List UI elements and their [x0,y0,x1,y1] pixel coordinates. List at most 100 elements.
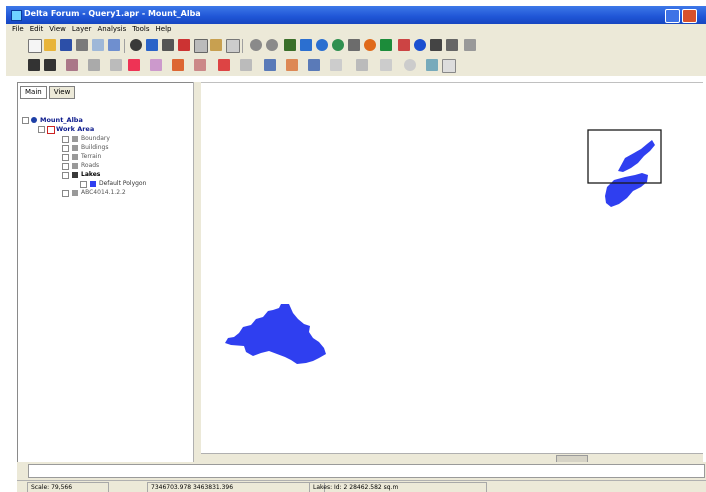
layer-group-icon [47,126,55,134]
menu-help[interactable]: Help [156,25,172,33]
layer-visibility-checkbox[interactable] [62,145,69,152]
polygon-swatch-icon [90,181,96,187]
draw-line-icon[interactable] [356,59,368,71]
outline-icon[interactable] [240,59,252,71]
print-icon[interactable] [76,39,88,51]
zoom-out-icon[interactable] [316,39,328,51]
lake-polygon[interactable] [618,140,655,172]
copy-map-icon[interactable] [162,39,174,51]
legend-item-node[interactable]: Default Polygon [80,180,190,189]
menu-analysis[interactable]: Analysis [97,25,126,33]
properties-icon[interactable] [108,39,120,51]
font-size-icon[interactable] [330,59,342,71]
layer-icon [72,172,78,178]
command-input[interactable] [28,464,705,478]
status-bar: Scale: 79,566 7346703.978 3463831.396 La… [17,480,706,492]
legend-item-label: Default Polygon [99,180,147,187]
full-extent-icon[interactable] [332,39,344,51]
font-color-icon[interactable] [308,59,320,71]
tree-root-node[interactable]: Mount_Alba [22,116,182,125]
menu-bar: File Edit View Layer Analysis Tools Help [6,24,706,36]
layout-icon[interactable] [426,59,438,71]
undo-icon[interactable] [250,39,262,51]
tree-group-node[interactable]: Work Area [38,125,188,134]
fill-style-icon[interactable] [172,59,184,71]
toolbar-options-icon[interactable] [464,39,476,51]
graph-icon[interactable] [446,39,458,51]
close-button[interactable] [682,9,697,23]
tree-layer-node-selected[interactable]: Lakes [62,171,182,180]
pan-icon[interactable] [130,39,142,51]
tab-main[interactable]: Main [20,86,47,99]
map-canvas[interactable] [201,82,703,463]
collapse-icon[interactable] [22,117,29,124]
sketch-icon[interactable] [66,59,78,71]
tree-layer-node[interactable]: Buildings [62,144,182,153]
table-icon[interactable] [430,39,442,51]
layer-icon [72,145,78,151]
measure-icon[interactable] [398,39,410,51]
window-title: Delta Forum - Query1.apr - Mount_Alba [24,9,201,18]
previous-extent-icon[interactable] [348,39,360,51]
find-icon[interactable] [380,39,392,51]
export-icon[interactable] [442,59,456,73]
layer-label: Roads [81,162,100,169]
menu-view[interactable]: View [49,25,66,33]
menu-file[interactable]: File [12,25,24,33]
marker-style-icon[interactable] [194,59,206,71]
cut-icon[interactable] [178,39,190,51]
text-tool-icon[interactable] [88,59,100,71]
new-file-icon[interactable] [28,39,42,53]
map-drawing[interactable] [201,83,703,454]
fill-color-icon[interactable] [264,59,276,71]
open-folder-icon[interactable] [44,39,56,51]
collapse-icon[interactable] [38,126,45,133]
pointer-icon[interactable] [44,59,56,71]
layer-visibility-checkbox[interactable] [62,136,69,143]
status-coordinates: 7346703.978 3463831.396 [147,482,325,492]
paste-icon[interactable] [210,39,222,51]
standard-toolbar [6,36,706,56]
info-icon[interactable] [414,39,426,51]
minimize-button[interactable] [665,9,680,23]
menu-layer[interactable]: Layer [72,25,92,33]
layer-visibility-checkbox[interactable] [62,190,69,197]
selection-box[interactable] [587,129,662,184]
layer-style-icon[interactable] [128,59,140,71]
zoom-in-icon[interactable] [300,39,312,51]
clipboard-icon[interactable] [226,39,240,53]
menu-edit[interactable]: Edit [30,25,44,33]
tree-layer-node[interactable]: Terrain [62,153,182,162]
layer-icon [72,163,78,169]
save-icon[interactable] [60,39,72,51]
copy-icon[interactable] [194,39,208,53]
app-icon [11,10,22,21]
layer-label: Boundary [81,135,110,142]
map-document-icon [31,117,37,123]
lake-polygon[interactable] [605,173,648,207]
draw-circle-icon[interactable] [404,59,416,71]
tree-layer-node[interactable]: Roads [62,162,182,171]
select-arrow-icon[interactable] [28,59,40,71]
tree-layer-node[interactable]: ABC4014.1.2.2 [62,189,188,198]
select-features-icon[interactable] [284,39,296,51]
layer-visibility-checkbox[interactable] [62,154,69,161]
tree-layer-node[interactable]: Boundary [62,135,182,144]
draw-shape-icon[interactable] [380,59,392,71]
redo-icon[interactable] [266,39,278,51]
identify-icon[interactable] [364,39,376,51]
rotate-icon[interactable] [110,59,122,71]
menu-tools[interactable]: Tools [132,25,149,33]
layer-visibility-checkbox[interactable] [62,172,69,179]
preview-icon[interactable] [92,39,104,51]
lake-polygon[interactable] [225,304,326,364]
status-feature-info: Lakes: Id: 2 28462.582 sq.m [309,482,487,492]
title-bar: Delta Forum - Query1.apr - Mount_Alba [6,6,706,24]
zoom-extent-icon[interactable] [146,39,158,51]
line-color-icon[interactable] [218,59,230,71]
layer-visibility-checkbox[interactable] [62,163,69,170]
line-style-icon[interactable] [150,59,162,71]
tab-view[interactable]: View [48,86,76,99]
legend-visibility-checkbox[interactable] [80,181,87,188]
symbol-color-icon[interactable] [286,59,298,71]
